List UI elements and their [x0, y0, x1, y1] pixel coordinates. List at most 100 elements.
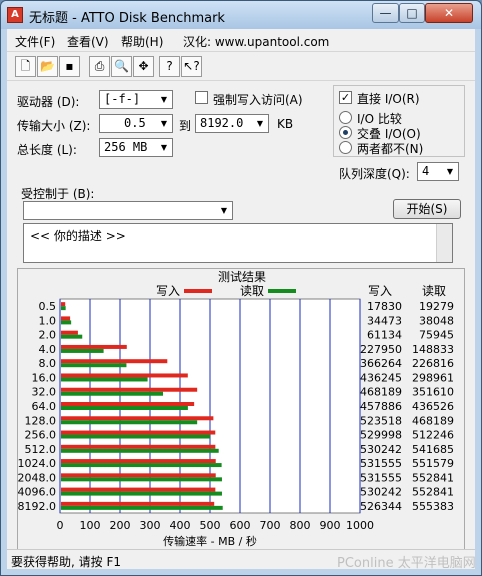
- read-bar: [61, 420, 198, 425]
- total-length-select[interactable]: 256 MB ▼: [99, 138, 173, 157]
- category-label: 2048.0: [18, 471, 56, 484]
- total-length-value: 256 MB: [104, 140, 148, 154]
- category-label: 4.0: [39, 343, 57, 356]
- category-label: 32.0: [32, 386, 57, 399]
- read-value: 552841: [412, 471, 454, 484]
- total-length-label: 总长度 (L):: [17, 143, 77, 157]
- title-bar[interactable]: A 无标题 - ATTO Disk Benchmark — □ ✕: [1, 1, 481, 29]
- force-write-checkbox[interactable]: [195, 91, 208, 104]
- open-folder-icon[interactable]: 📂: [37, 56, 58, 77]
- print-preview-icon[interactable]: 🔍: [111, 56, 132, 77]
- x-tick-label: 0: [57, 519, 64, 532]
- x-tick-label: 900: [320, 519, 341, 532]
- close-button[interactable]: ✕: [425, 3, 473, 23]
- write-value: 366264: [360, 357, 402, 370]
- results-panel: 测试结果 写入 读取 写入 读取 0 100 200 300 400 500 600 700 8…: [17, 268, 465, 554]
- menu-help[interactable]: 帮助(H): [121, 33, 163, 50]
- menu-localized[interactable]: 汉化: www.upantool.com: [183, 33, 329, 50]
- read-bar: [61, 434, 211, 439]
- description-scrollbar[interactable]: [436, 224, 452, 262]
- status-text: 要获得帮助, 请按 F1: [11, 555, 121, 569]
- write-bar: [61, 459, 216, 464]
- drive-value: [-f-]: [104, 92, 141, 106]
- read-bar: [61, 320, 72, 325]
- app-window: A 无标题 - ATTO Disk Benchmark — □ ✕ 文件(F) …: [0, 0, 482, 576]
- write-value: 531555: [360, 457, 402, 470]
- write-bar: [61, 359, 168, 364]
- write-bar: [61, 430, 216, 435]
- write-bar: [61, 402, 195, 406]
- write-bar: [61, 316, 71, 321]
- context-help-icon[interactable]: ↖?: [181, 56, 202, 77]
- read-value: 19279: [419, 300, 454, 313]
- write-value: 468189: [360, 386, 402, 399]
- x-tick-label: 300: [140, 519, 161, 532]
- queue-depth-select[interactable]: 4 ▼: [417, 162, 459, 181]
- status-bar: 要获得帮助, 请按 F1 PConline 太平洋电脑网: [7, 549, 476, 571]
- new-file-icon[interactable]: 🗋: [15, 56, 36, 77]
- write-bar: [61, 501, 215, 506]
- category-label: 16.0: [32, 371, 57, 384]
- drive-label: 驱动器 (D):: [17, 95, 80, 109]
- x-tick-label: 200: [110, 519, 131, 532]
- write-value: 530242: [360, 443, 402, 456]
- transfer-to-select[interactable]: 8192.0 ▼: [195, 114, 269, 133]
- read-bar: [61, 363, 127, 368]
- chevron-down-icon: ▼: [160, 95, 168, 104]
- results-chart: 测试结果 写入 读取 写入 读取 0 100 200 300 400 500 600 700 8…: [18, 269, 455, 548]
- window-title: 无标题 - ATTO Disk Benchmark: [29, 11, 225, 26]
- read-column-header: 读取: [422, 284, 446, 298]
- move-icon[interactable]: ✥: [133, 56, 154, 77]
- description-box[interactable]: << 你的描述 >>: [23, 223, 453, 263]
- read-value: 436526: [412, 400, 454, 413]
- start-button[interactable]: 开始(S): [393, 199, 461, 219]
- x-tick-label: 700: [260, 519, 281, 532]
- minimize-button[interactable]: —: [372, 3, 399, 23]
- x-axis-title: 传输速率 - MB / 秒: [163, 534, 257, 548]
- chevron-down-icon: ▼: [160, 119, 168, 128]
- read-value: 551579: [412, 457, 454, 470]
- chevron-down-icon: ▼: [220, 206, 228, 215]
- menu-file[interactable]: 文件(F): [15, 33, 55, 50]
- category-label: 128.0: [25, 414, 57, 427]
- write-bar: [61, 487, 216, 492]
- read-bar: [61, 448, 219, 453]
- read-legend-swatch: [268, 289, 296, 293]
- menu-view[interactable]: 查看(V): [67, 33, 109, 50]
- category-label: 1.0: [39, 314, 57, 327]
- read-value: 555383: [412, 500, 454, 513]
- write-value: 523518: [360, 414, 402, 427]
- transfer-from-select[interactable]: 0.5 ▼: [99, 114, 173, 133]
- maximize-button[interactable]: □: [399, 3, 425, 23]
- x-tick-label: 100: [80, 519, 101, 532]
- write-bar: [61, 473, 216, 478]
- read-legend-label: 读取: [240, 284, 264, 298]
- write-value: 530242: [360, 486, 402, 499]
- write-legend-label: 写入: [156, 284, 180, 298]
- x-tick-label: 500: [200, 519, 221, 532]
- transfer-from-value: 0.5: [124, 116, 146, 130]
- queue-depth-label: 队列深度(Q):: [339, 167, 410, 181]
- read-bar: [61, 463, 222, 468]
- write-value: 436245: [360, 371, 402, 384]
- chevron-down-icon: ▼: [160, 143, 168, 152]
- save-icon[interactable]: ▪: [59, 56, 80, 77]
- help-icon[interactable]: ?: [159, 56, 180, 77]
- write-bar: [61, 330, 78, 335]
- results-title: 测试结果: [218, 269, 266, 284]
- controlled-by-select[interactable]: ▼: [23, 201, 233, 220]
- drive-select[interactable]: [-f-] ▼: [99, 90, 173, 109]
- write-bar: [61, 344, 127, 349]
- force-write-label: 强制写入访问(A): [213, 93, 303, 107]
- write-value: 61134: [367, 329, 402, 342]
- read-bar: [61, 306, 66, 311]
- direct-io-checkbox[interactable]: ✓: [339, 91, 352, 104]
- category-label: 2.0: [39, 329, 57, 342]
- io-compare-radio[interactable]: [339, 111, 352, 124]
- neither-radio[interactable]: [339, 141, 352, 154]
- overlap-io-radio[interactable]: [339, 126, 352, 139]
- read-value: 226816: [412, 357, 454, 370]
- read-value: 38048: [419, 314, 454, 327]
- controlled-by-label: 受控制于 (B):: [21, 187, 95, 201]
- print-icon[interactable]: ⎙: [89, 56, 110, 77]
